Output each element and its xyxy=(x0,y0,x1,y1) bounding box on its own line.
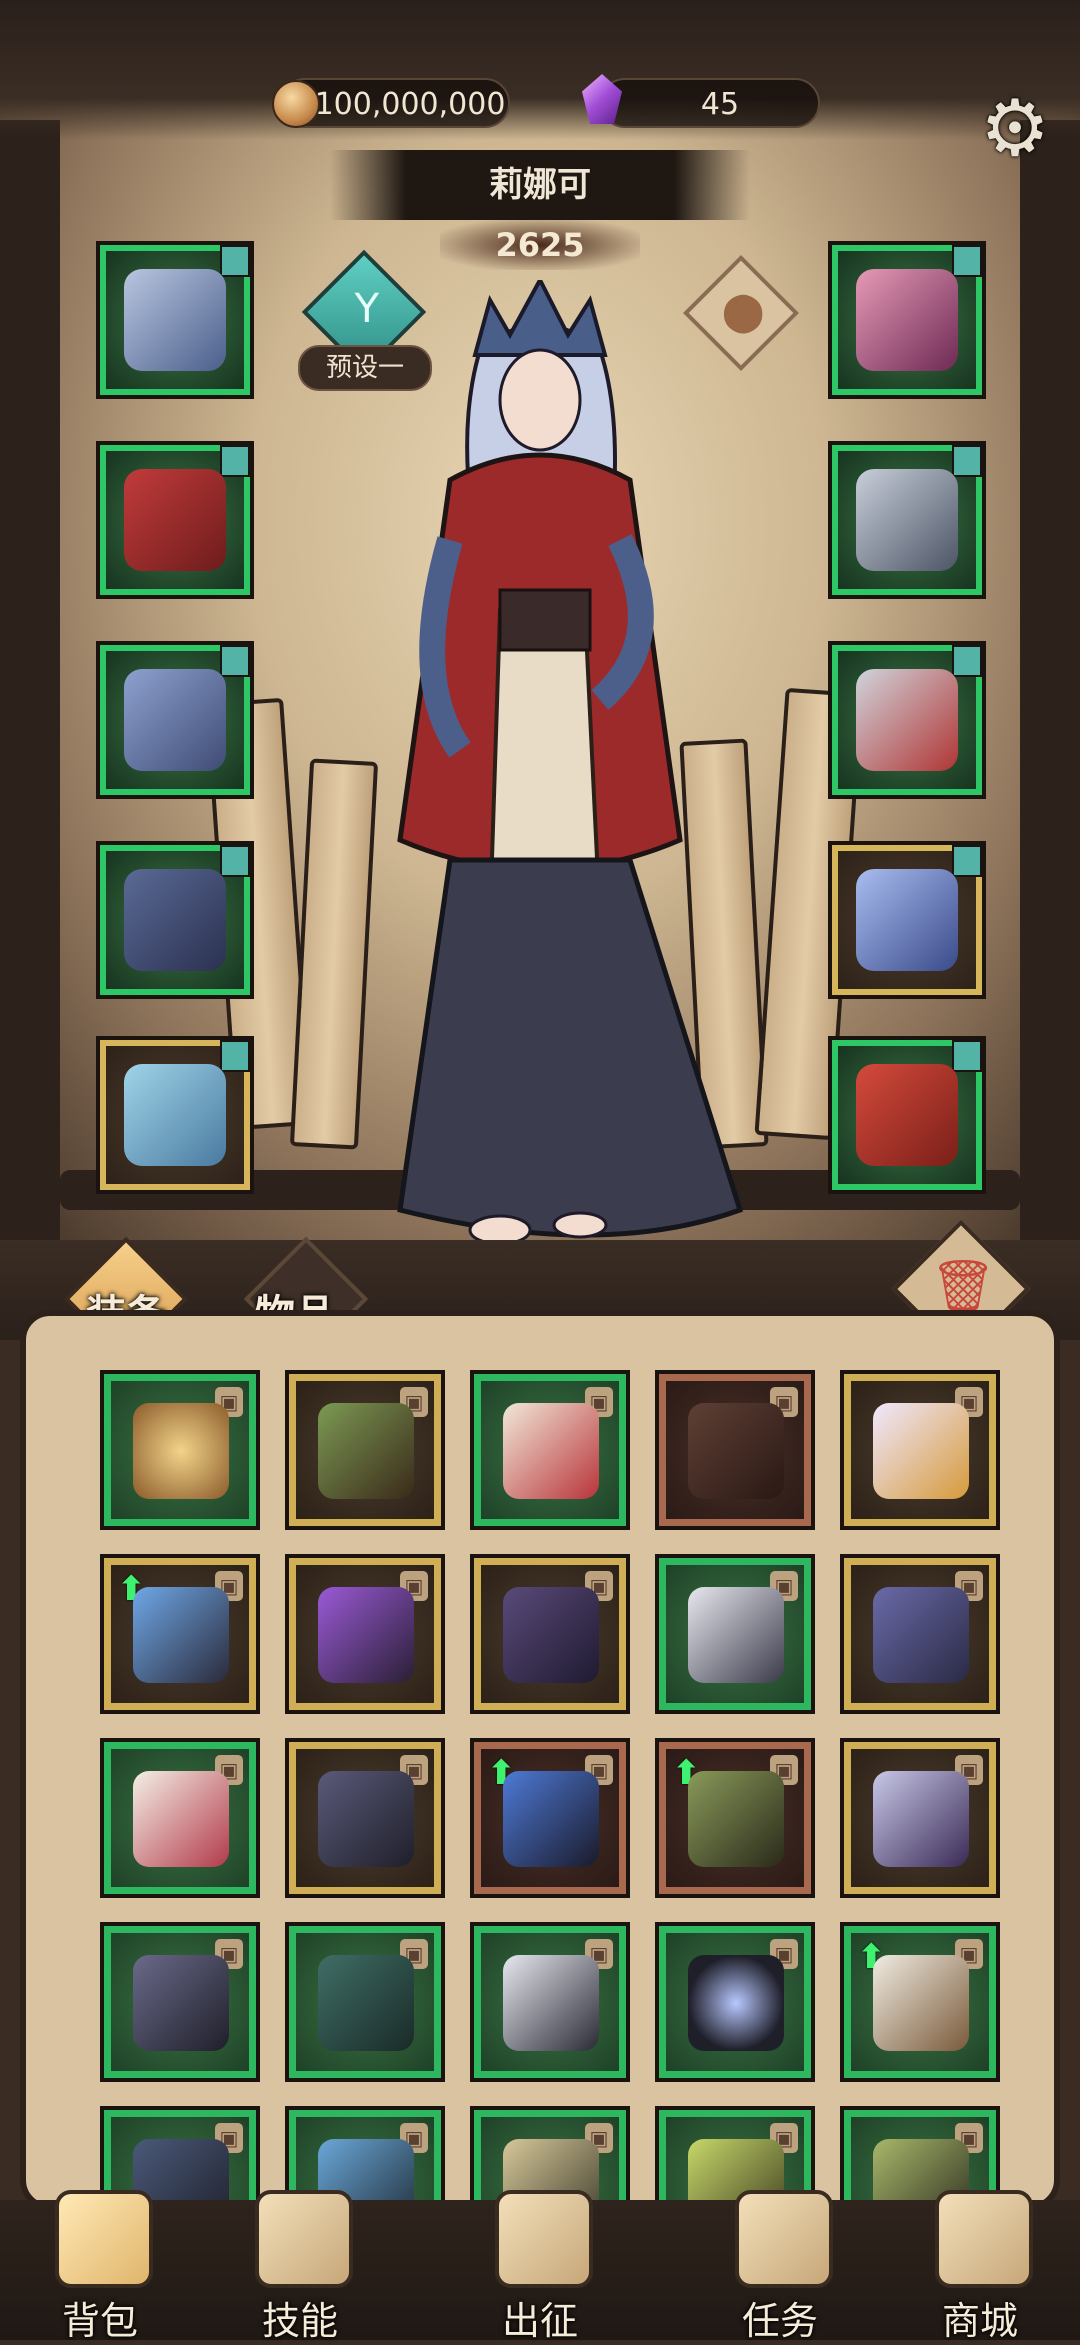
pants-icon xyxy=(133,1955,229,2051)
inventory-item[interactable]: ▣ xyxy=(285,1370,445,1530)
necklace-icon xyxy=(856,269,958,371)
book-icon xyxy=(856,1064,958,1166)
inventory-item[interactable]: ▣ xyxy=(100,1738,260,1898)
skirt-icon xyxy=(503,1955,599,2051)
equip-slot-pants[interactable] xyxy=(96,841,254,999)
ring-icon xyxy=(856,469,958,571)
inventory-item[interactable]: ▣ xyxy=(285,1554,445,1714)
inventory-item[interactable]: ▣ xyxy=(655,1922,815,2082)
inventory-grid: ▣ ▣ ▣ ▣ ▣ ⬆ ▣ ▣ ▣ ▣ ▣ ▣ ▣ ⬆ ▣ ⬆ ▣ ▣ ▣ ▣ ▣ ▣… xyxy=(20,1310,1060,2210)
inventory-item[interactable]: ▣ xyxy=(840,1554,1000,1714)
nav-quests[interactable]: 任务 xyxy=(705,2190,855,2343)
equip-slot-helmet[interactable] xyxy=(96,241,254,399)
nav-skills-label: 技能 xyxy=(261,2299,338,2343)
pendant-icon xyxy=(873,1771,969,1867)
ring-icon xyxy=(856,669,958,771)
bracer-icon xyxy=(318,1771,414,1867)
nav-quests-label: 任务 xyxy=(741,2299,818,2343)
gloves-icon xyxy=(124,669,226,771)
helmet-icon xyxy=(124,269,226,371)
beast-helm-icon xyxy=(873,1587,969,1683)
tunic-icon xyxy=(873,1955,969,2051)
inventory-item[interactable]: ▣ xyxy=(100,1922,260,2082)
slot-tag xyxy=(220,445,250,477)
equip-slot-ring-1[interactable] xyxy=(828,441,986,599)
inventory-item[interactable]: ▣ xyxy=(470,1370,630,1530)
hero-power: 2625 xyxy=(440,220,640,270)
equip-slot-offhand[interactable] xyxy=(828,1036,986,1194)
slot-tag xyxy=(952,1040,982,1072)
gem-amount: 45 xyxy=(700,87,740,122)
orb-icon xyxy=(688,1955,784,2051)
nav-shop-label: 商城 xyxy=(941,2299,1018,2343)
inventory-item[interactable]: ⬆ ▣ xyxy=(100,1554,260,1714)
slot-tag xyxy=(952,645,982,677)
staff-icon xyxy=(133,1587,229,1683)
cloak-icon xyxy=(503,1587,599,1683)
nav-skills[interactable]: 技能 xyxy=(225,2190,375,2343)
nav-bag[interactable]: 背包 xyxy=(25,2190,175,2343)
armor-icon xyxy=(124,469,226,571)
inventory-item[interactable]: ▣ xyxy=(470,1922,630,2082)
gear-icon[interactable]: ⚙ xyxy=(972,86,1058,172)
inventory-item[interactable]: ▣ xyxy=(470,1554,630,1714)
gauntlet-icon xyxy=(688,1587,784,1683)
inventory-item[interactable]: ▣ xyxy=(100,1370,260,1530)
slot-tag xyxy=(952,845,982,877)
nav-shop[interactable]: 商城 xyxy=(905,2190,1055,2343)
amulet-icon xyxy=(133,1403,229,1499)
map-icon xyxy=(495,2190,593,2288)
nav-bag-label: 背包 xyxy=(61,2299,138,2343)
boots-icon xyxy=(124,1064,226,1166)
sword-icon xyxy=(856,869,958,971)
bow-icon xyxy=(318,1403,414,1499)
wing-icon xyxy=(873,1403,969,1499)
coat-icon xyxy=(688,1403,784,1499)
inventory-item[interactable]: ⬆ ▣ xyxy=(655,1738,815,1898)
robe-icon xyxy=(503,1403,599,1499)
slot-tag xyxy=(220,645,250,677)
inventory-item[interactable]: ▣ xyxy=(840,1738,1000,1898)
inventory-item[interactable]: ▣ xyxy=(285,1922,445,2082)
slot-tag xyxy=(220,1040,250,1072)
gold-amount: 100,000,000 xyxy=(314,87,506,122)
equip-slot-necklace[interactable] xyxy=(828,241,986,399)
scroll-icon xyxy=(255,2190,353,2288)
inventory-item[interactable]: ⬆ ▣ xyxy=(840,1922,1000,2082)
nav-expedition-label: 出征 xyxy=(501,2299,578,2343)
hero-character-art xyxy=(397,280,744,1246)
top-resource-bar xyxy=(0,0,1080,140)
backpack-icon xyxy=(55,2190,153,2288)
wand-icon xyxy=(503,1771,599,1867)
equip-slot-armor[interactable] xyxy=(96,441,254,599)
nav-expedition[interactable]: 出征 xyxy=(465,2190,615,2343)
gem-counter: 45 xyxy=(600,78,820,128)
inventory-item[interactable]: ⬆ ▣ xyxy=(470,1738,630,1898)
coin-icon xyxy=(272,80,320,128)
slot-tag xyxy=(220,245,250,277)
hero-name: 莉娜可 xyxy=(330,150,750,220)
inventory-item[interactable]: ▣ xyxy=(655,1370,815,1530)
slot-tag xyxy=(220,845,250,877)
quest-icon xyxy=(735,2190,833,2288)
equip-slot-boots[interactable] xyxy=(96,1036,254,1194)
inventory-item[interactable]: ▣ xyxy=(655,1554,815,1714)
slot-tag xyxy=(952,245,982,277)
spear-icon xyxy=(688,1771,784,1867)
inventory-item[interactable]: ▣ xyxy=(840,1370,1000,1530)
equip-slot-weapon[interactable] xyxy=(828,841,986,999)
hat-icon xyxy=(133,1771,229,1867)
skull-glove-icon xyxy=(318,1587,414,1683)
crown-icon xyxy=(935,2190,1033,2288)
frame-left-beam xyxy=(0,120,60,1240)
shorts-icon xyxy=(318,1955,414,2051)
pants-icon xyxy=(124,869,226,971)
equip-slot-gloves[interactable] xyxy=(96,641,254,799)
slot-tag xyxy=(952,445,982,477)
equip-slot-ring-2[interactable] xyxy=(828,641,986,799)
frame-right-beam xyxy=(1020,120,1080,1240)
inventory-item[interactable]: ▣ xyxy=(285,1738,445,1898)
